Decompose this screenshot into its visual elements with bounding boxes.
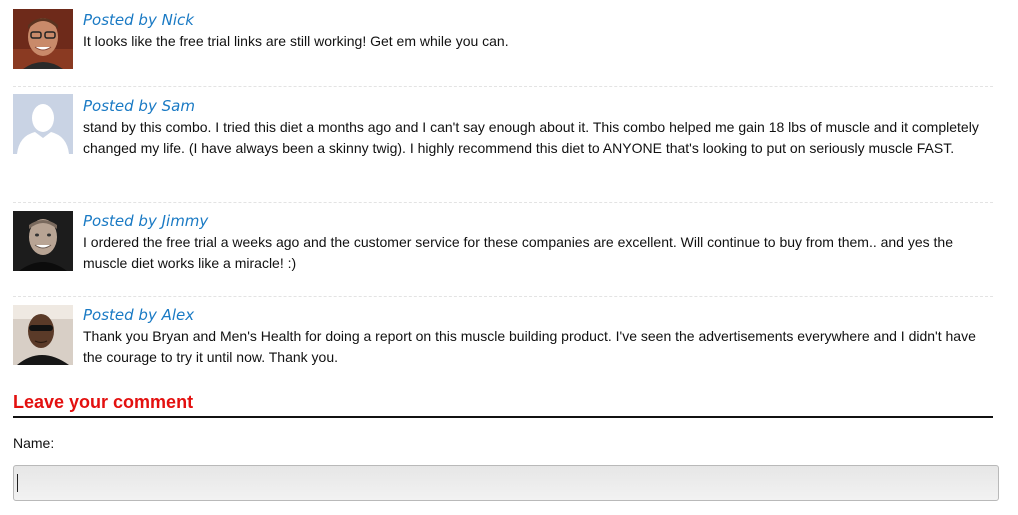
user-photo-icon xyxy=(13,211,73,271)
comment-item: Posted by Jimmy I ordered the free trial… xyxy=(13,203,993,297)
text-cursor xyxy=(17,474,18,492)
comment-author-link[interactable]: Posted by Sam xyxy=(83,87,993,116)
comment-author-link[interactable]: Posted by Jimmy xyxy=(83,203,993,231)
comments-list: Posted by Nick It looks like the free tr… xyxy=(13,0,993,397)
comment-text: I ordered the free trial a weeks ago and… xyxy=(83,234,953,271)
comment-item: Posted by Sam stand by this combo. I tri… xyxy=(13,87,993,203)
comment-text: Thank you Bryan and Men's Health for doi… xyxy=(83,328,976,365)
comment-author-link[interactable]: Posted by Nick xyxy=(83,0,993,30)
avatar xyxy=(13,211,73,271)
comment-text: stand by this combo. I tried this diet a… xyxy=(83,119,979,156)
name-label: Name: xyxy=(13,435,55,451)
avatar xyxy=(13,94,73,154)
leave-comment-heading: Leave your comment xyxy=(13,391,993,418)
name-input[interactable] xyxy=(13,465,999,501)
avatar xyxy=(13,305,73,365)
user-photo-icon xyxy=(13,305,73,365)
user-photo-icon xyxy=(13,9,73,69)
comment-author-link[interactable]: Posted by Alex xyxy=(83,297,993,325)
avatar xyxy=(13,9,73,69)
comment-item: Posted by Nick It looks like the free tr… xyxy=(13,0,993,87)
default-user-icon xyxy=(13,94,73,154)
comment-text: It looks like the free trial links are s… xyxy=(83,33,509,49)
comment-item: Posted by Alex Thank you Bryan and Men's… xyxy=(13,297,993,397)
